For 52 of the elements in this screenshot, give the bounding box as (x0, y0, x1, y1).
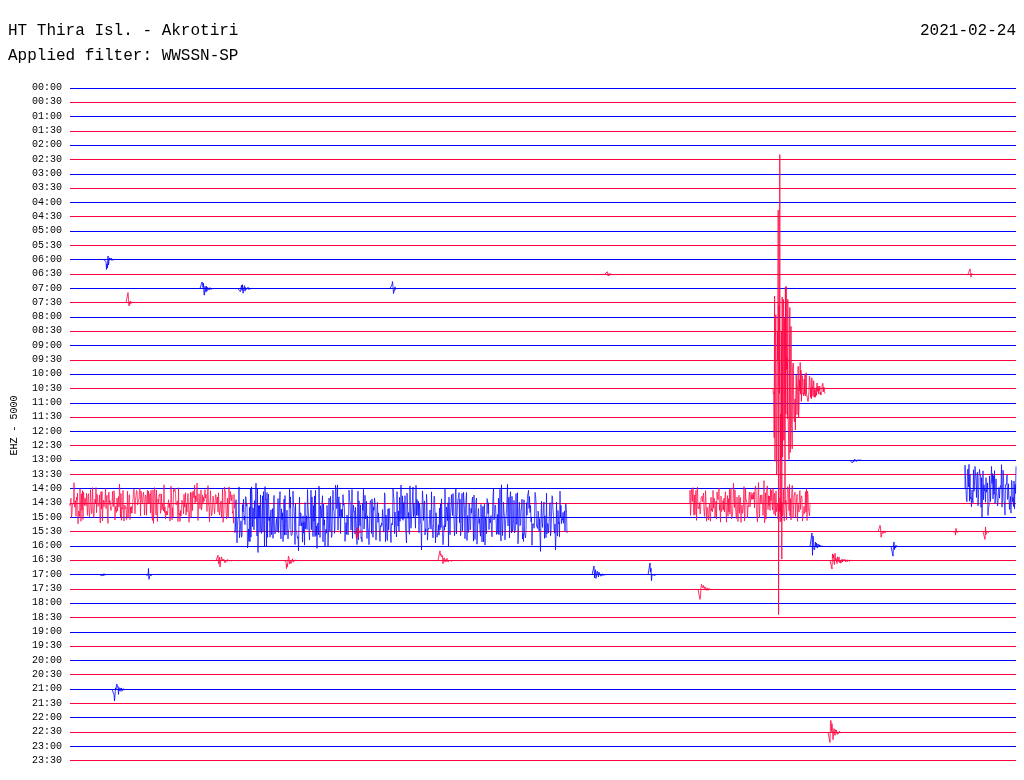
time-label: 14:30 (31, 498, 62, 509)
time-label: 15:30 (31, 526, 62, 537)
filter-label: Applied filter: WWSSN-SP (8, 46, 239, 67)
time-label: 18:00 (31, 598, 62, 609)
time-label: 02:30 (31, 154, 62, 165)
time-label: 00:30 (31, 97, 62, 108)
time-label: 20:00 (31, 655, 62, 666)
time-label: 23:30 (31, 755, 62, 766)
time-label: 11:30 (31, 412, 62, 423)
time-label: 05:00 (31, 226, 62, 237)
time-label: 13:00 (31, 455, 62, 466)
time-label: 23:00 (31, 741, 62, 752)
time-label: 09:00 (31, 340, 62, 351)
time-label: 19:00 (31, 627, 62, 638)
time-label: 21:30 (31, 698, 62, 709)
time-label: 03:00 (31, 169, 62, 180)
time-label: 04:00 (31, 197, 62, 208)
time-label: 08:00 (31, 312, 62, 323)
time-label: 09:30 (31, 355, 62, 366)
time-label: 06:00 (31, 254, 62, 265)
time-label: 16:30 (31, 555, 62, 566)
time-label: 11:00 (31, 398, 62, 409)
time-label: 18:30 (31, 612, 62, 623)
time-label: 16:00 (31, 541, 62, 552)
time-label: 14:00 (31, 483, 62, 494)
time-label: 21:00 (31, 684, 62, 695)
time-label: 01:30 (31, 126, 62, 137)
station-title: HT Thira Isl. - Akrotiri (8, 21, 239, 42)
time-label: 00:00 (31, 83, 62, 94)
channel-label: EHZ - 5000 (7, 395, 21, 455)
time-label: 15:00 (31, 512, 62, 523)
time-label: 22:00 (31, 712, 62, 723)
time-label: 08:30 (31, 326, 62, 337)
time-label: 12:00 (31, 426, 62, 437)
time-label: 07:30 (31, 297, 62, 308)
time-label: 04:30 (31, 211, 62, 222)
time-label: 01:00 (31, 111, 62, 122)
time-label: 10:00 (31, 369, 62, 380)
date-label: 2021-02-24 (920, 21, 1016, 42)
time-label: 05:30 (31, 240, 62, 251)
time-label: 17:00 (31, 569, 62, 580)
time-label: 13:30 (31, 469, 62, 480)
time-label: 02:00 (31, 140, 62, 151)
time-label: 17:30 (31, 584, 62, 595)
time-label: 12:30 (31, 440, 62, 451)
time-label: 07:00 (31, 283, 62, 294)
time-label: 19:30 (31, 641, 62, 652)
time-label: 06:30 (31, 269, 62, 280)
time-label: 20:30 (31, 669, 62, 680)
time-label: 10:30 (31, 383, 62, 394)
time-label: 22:30 (31, 727, 62, 738)
time-label: 03:30 (31, 183, 62, 194)
